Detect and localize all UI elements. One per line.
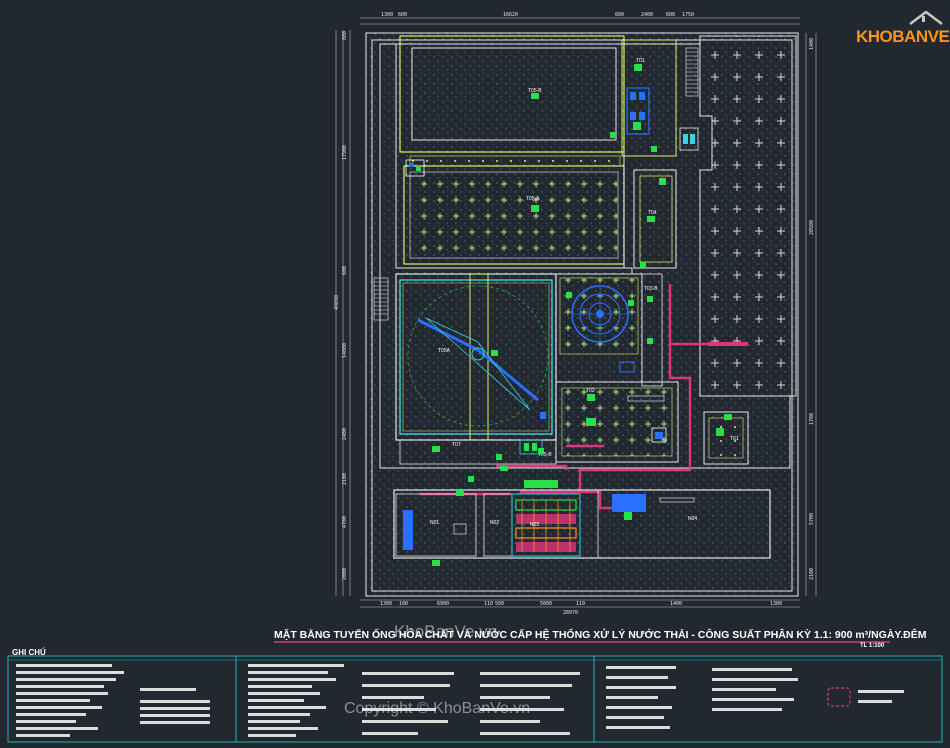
dim-bottom-4: 110 bbox=[484, 601, 493, 607]
drawing-title: MẶT BẰNG TUYẾN ỐNG HÓA CHẤT VÀ NƯỚC CẤP … bbox=[274, 629, 927, 641]
dim-right-5: 2100 bbox=[809, 568, 815, 580]
dim-left-8: 2000 bbox=[342, 568, 348, 580]
room-label-n03: N03 bbox=[530, 522, 539, 528]
dim-bottom-2: 100 bbox=[399, 601, 408, 607]
room-label-n04: N04 bbox=[688, 516, 697, 522]
legend-cloud-symbol bbox=[827, 687, 851, 707]
brand-logo: KHOBANVE bbox=[852, 10, 950, 54]
tank-label-t05a: T05-A bbox=[526, 196, 540, 202]
dim-top-6: 600 bbox=[666, 12, 675, 18]
dim-bottom-9: 1300 bbox=[770, 601, 782, 607]
dim-bottom-7: 110 bbox=[576, 601, 585, 607]
dim-left-1: 800 bbox=[342, 31, 348, 40]
tank-t05a: T05-A bbox=[403, 159, 625, 265]
tank-t02: T02 bbox=[555, 381, 679, 463]
dim-left-4: 14600 bbox=[342, 343, 348, 358]
dim-bottom-8: 1400 bbox=[670, 601, 682, 607]
drawing-scale: TL 1:100 bbox=[860, 643, 885, 649]
dim-bottom-6: 5000 bbox=[540, 601, 552, 607]
dim-top-4: 600 bbox=[615, 12, 624, 18]
room-label-n02: N02 bbox=[490, 520, 499, 526]
tank-label-t04: T04 bbox=[648, 210, 657, 216]
tank-label-t07: T07 bbox=[452, 442, 461, 448]
dim-left-2: 17900 bbox=[342, 145, 348, 160]
watermark-bottom: Copyright © KhoBanVe.vn bbox=[344, 700, 531, 717]
dim-bottom-1: 1300 bbox=[380, 601, 392, 607]
tank-label-t02: T02 bbox=[586, 388, 595, 394]
dim-top-7: 1750 bbox=[682, 12, 694, 18]
tank-label-t01b: T01 bbox=[730, 436, 739, 442]
dim-top-3: 16620 bbox=[503, 12, 518, 18]
brand-logo-text: KHOBANVE bbox=[856, 27, 950, 46]
title-block bbox=[7, 655, 943, 743]
dim-bottom-total: 28970 bbox=[563, 610, 578, 616]
dim-bottom-3: 6900 bbox=[437, 601, 449, 607]
dim-right-3: 1700 bbox=[809, 413, 815, 425]
dim-right-2: 20500 bbox=[809, 220, 815, 235]
tank-label-t03: T03-B bbox=[644, 286, 658, 292]
dim-left-5: 2400 bbox=[342, 428, 348, 440]
dim-right-1: 1400 bbox=[809, 38, 815, 50]
dim-top-2: 600 bbox=[398, 12, 407, 18]
tank-label-t05b: T05-B bbox=[528, 88, 542, 94]
dim-bottom-5: 500 bbox=[495, 601, 504, 607]
tank-t01-small: T01 bbox=[703, 411, 749, 465]
dim-left-6: 2100 bbox=[342, 473, 348, 485]
dim-top-5: 2400 bbox=[641, 12, 653, 18]
room-label-n01: N01 bbox=[430, 520, 439, 526]
tank-label-t05a2: T05A bbox=[438, 348, 451, 354]
dim-left-total: 49890 bbox=[334, 295, 340, 310]
tank-label-t01: T01 bbox=[636, 58, 645, 64]
dim-left-3: 600 bbox=[342, 266, 348, 275]
dim-top-1: 1300 bbox=[381, 12, 393, 18]
dim-right-4: 5700 bbox=[809, 513, 815, 525]
notes-heading: GHI CHÚ bbox=[12, 648, 46, 657]
dim-left-7: 4700 bbox=[342, 516, 348, 528]
